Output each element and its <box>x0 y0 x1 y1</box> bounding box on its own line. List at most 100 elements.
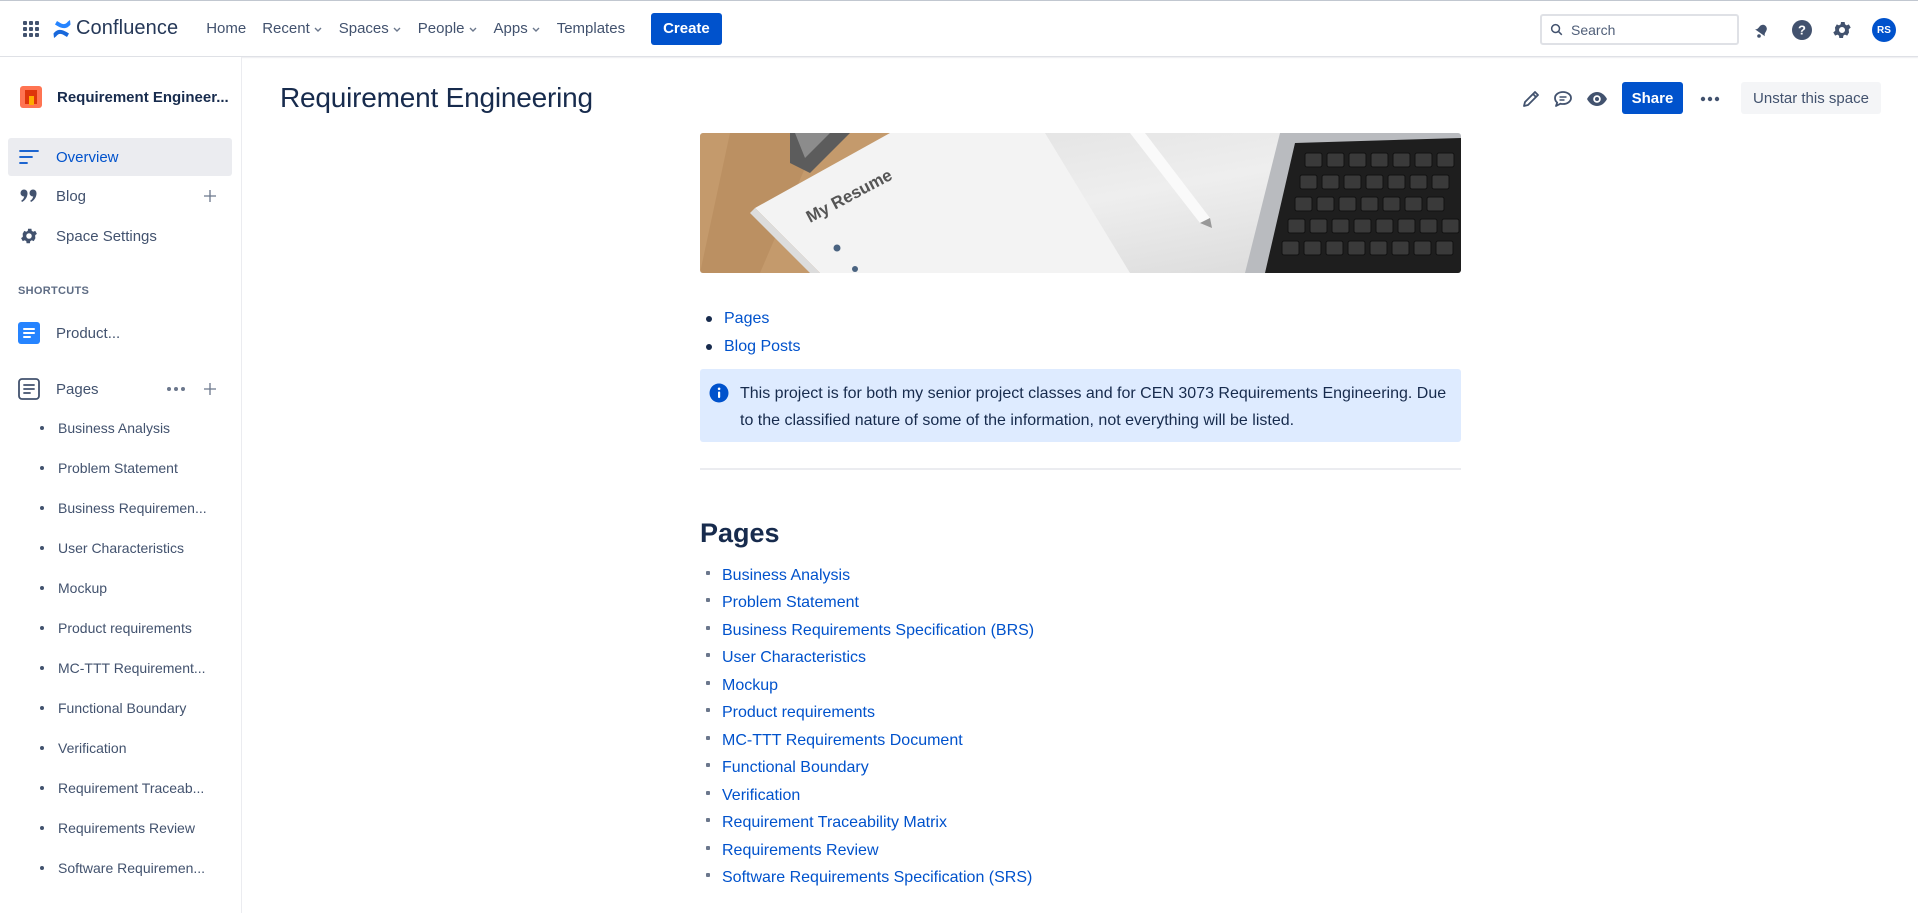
list-item: Functional Boundary <box>706 755 1034 783</box>
nav-people[interactable]: People <box>410 13 486 45</box>
search-box[interactable] <box>1540 14 1739 45</box>
child-page-link[interactable]: Business Requirements Specification (BRS… <box>722 622 1034 640</box>
sidebar-page-label: Business Requiremen... <box>58 500 207 516</box>
shortcut-label: Product... <box>56 324 121 342</box>
info-panel: This project is for both my senior proje… <box>700 369 1461 442</box>
sidebar-item-label: Blog <box>56 187 87 205</box>
bullet-icon <box>706 316 712 322</box>
sidebar-item-pages[interactable]: Pages <box>8 370 232 408</box>
child-page-link[interactable]: Mockup <box>722 677 778 695</box>
bullet-icon <box>706 598 710 603</box>
sidebar-page-label: User Characteristics <box>58 540 185 556</box>
list-item: Problem Statement <box>706 590 1034 618</box>
bullet-icon <box>40 626 44 630</box>
list-item: User Characteristics <box>706 645 1034 673</box>
bullet-icon <box>706 344 712 350</box>
nav-home[interactable]: Home <box>198 13 254 45</box>
bullet-icon <box>706 790 710 795</box>
child-page-link[interactable]: Requirement Traceability Matrix <box>722 814 947 832</box>
sidebar-page-item[interactable]: Verification <box>8 730 232 766</box>
chevron-down-icon <box>314 27 322 32</box>
bullet-icon <box>706 653 710 658</box>
child-page-link[interactable]: Problem Statement <box>722 594 859 612</box>
search-input[interactable] <box>1571 21 1721 38</box>
sidebar-page-item[interactable]: Software Requiremen... <box>8 850 232 886</box>
info-icon <box>709 383 729 403</box>
list-item: Software Requirements Specification (SRS… <box>706 865 1034 893</box>
toc-link-blog-posts[interactable]: Blog Posts <box>724 338 800 356</box>
svg-text:?: ? <box>1798 23 1806 38</box>
list-item: Product requirements <box>706 700 1034 728</box>
bullet-icon <box>40 426 44 430</box>
sidebar-page-label: Functional Boundary <box>58 700 187 716</box>
toc-item: Blog Posts <box>700 333 800 361</box>
toc-item: Pages <box>700 305 800 333</box>
sidebar-page-item[interactable]: Functional Boundary <box>8 690 232 726</box>
app-switcher-icon[interactable] <box>16 14 46 44</box>
sidebar-page-label: Product requirements <box>58 620 192 636</box>
sidebar-page-item[interactable]: Problem Statement <box>8 450 232 486</box>
sidebar-page-item[interactable]: Business Requiremen... <box>8 490 232 526</box>
bullet-icon <box>40 506 44 510</box>
sidebar-page-item[interactable]: Business Analysis <box>8 410 232 446</box>
share-button[interactable]: Share <box>1622 82 1683 114</box>
nav-recent[interactable]: Recent <box>254 13 331 45</box>
confluence-logo[interactable]: Confluence <box>52 17 178 40</box>
sidebar-page-item[interactable]: MC-TTT Requirement... <box>8 650 232 686</box>
child-page-link[interactable]: Business Analysis <box>722 567 850 585</box>
nav-templates[interactable]: Templates <box>549 13 633 45</box>
chevron-down-icon <box>393 27 401 32</box>
divider <box>700 468 1461 470</box>
notifications-icon[interactable] <box>1750 18 1774 42</box>
unstar-space-button[interactable]: Unstar this space <box>1741 82 1881 114</box>
add-page-icon[interactable] <box>200 379 220 399</box>
sidebar-page-item[interactable]: Requirements Review <box>8 810 232 846</box>
nav-templates-label: Templates <box>556 20 626 37</box>
child-page-link[interactable]: Verification <box>722 787 800 805</box>
bullet-icon <box>40 706 44 710</box>
child-page-link[interactable]: Functional Boundary <box>722 759 869 777</box>
more-actions-icon[interactable] <box>1697 86 1723 112</box>
add-blog-icon[interactable] <box>200 186 220 206</box>
shortcuts-title: SHORTCUTS <box>18 285 90 297</box>
sidebar-page-item[interactable]: User Characteristics <box>8 530 232 566</box>
list-item: Business Analysis <box>706 562 1034 590</box>
sidebar-item-space-settings[interactable]: Space Settings <box>8 217 232 255</box>
bullet-icon <box>706 625 710 630</box>
bullet-icon <box>706 708 710 713</box>
sidebar-item-overview[interactable]: Overview <box>8 138 232 176</box>
bullet-icon <box>40 866 44 870</box>
child-page-link[interactable]: MC-TTT Requirements Document <box>722 732 963 750</box>
nav-spaces[interactable]: Spaces <box>331 13 410 45</box>
avatar[interactable]: RS <box>1872 18 1896 42</box>
child-page-link[interactable]: User Characteristics <box>722 649 866 667</box>
nav-apps-label: Apps <box>493 20 528 37</box>
create-button[interactable]: Create <box>651 12 722 45</box>
toc-link-pages[interactable]: Pages <box>724 310 769 328</box>
list-item: Verification <box>706 782 1034 810</box>
sidebar-page-item[interactable]: Product requirements <box>8 610 232 646</box>
help-icon[interactable]: ? <box>1790 18 1814 42</box>
space-header[interactable]: Requirement Engineer... <box>20 86 229 108</box>
bullet-icon <box>706 873 710 878</box>
watch-icon[interactable] <box>1584 86 1610 112</box>
space-logo <box>20 86 42 108</box>
sidebar-item-blog[interactable]: Blog <box>8 177 232 215</box>
child-page-link[interactable]: Software Requirements Specification (SRS… <box>722 869 1032 887</box>
sidebar-item-label: Space Settings <box>56 227 157 245</box>
sidebar-shortcut-product[interactable]: Product... <box>8 314 232 352</box>
bullet-icon <box>706 570 710 575</box>
chevron-down-icon <box>469 27 476 32</box>
sidebar-page-item[interactable]: Requirement Traceab... <box>8 770 232 806</box>
child-page-link[interactable]: Product requirements <box>722 704 875 722</box>
nav-apps[interactable]: Apps <box>486 13 549 45</box>
bullet-icon <box>40 826 44 830</box>
child-page-link[interactable]: Requirements Review <box>722 842 879 860</box>
settings-icon[interactable] <box>1830 18 1854 42</box>
edit-icon[interactable] <box>1518 86 1544 112</box>
sidebar-page-item[interactable]: Mockup <box>8 570 232 606</box>
more-icon[interactable] <box>164 379 188 399</box>
comment-icon[interactable] <box>1550 86 1576 112</box>
bullet-icon <box>40 666 44 670</box>
sidebar-page-label: Verification <box>58 740 127 756</box>
